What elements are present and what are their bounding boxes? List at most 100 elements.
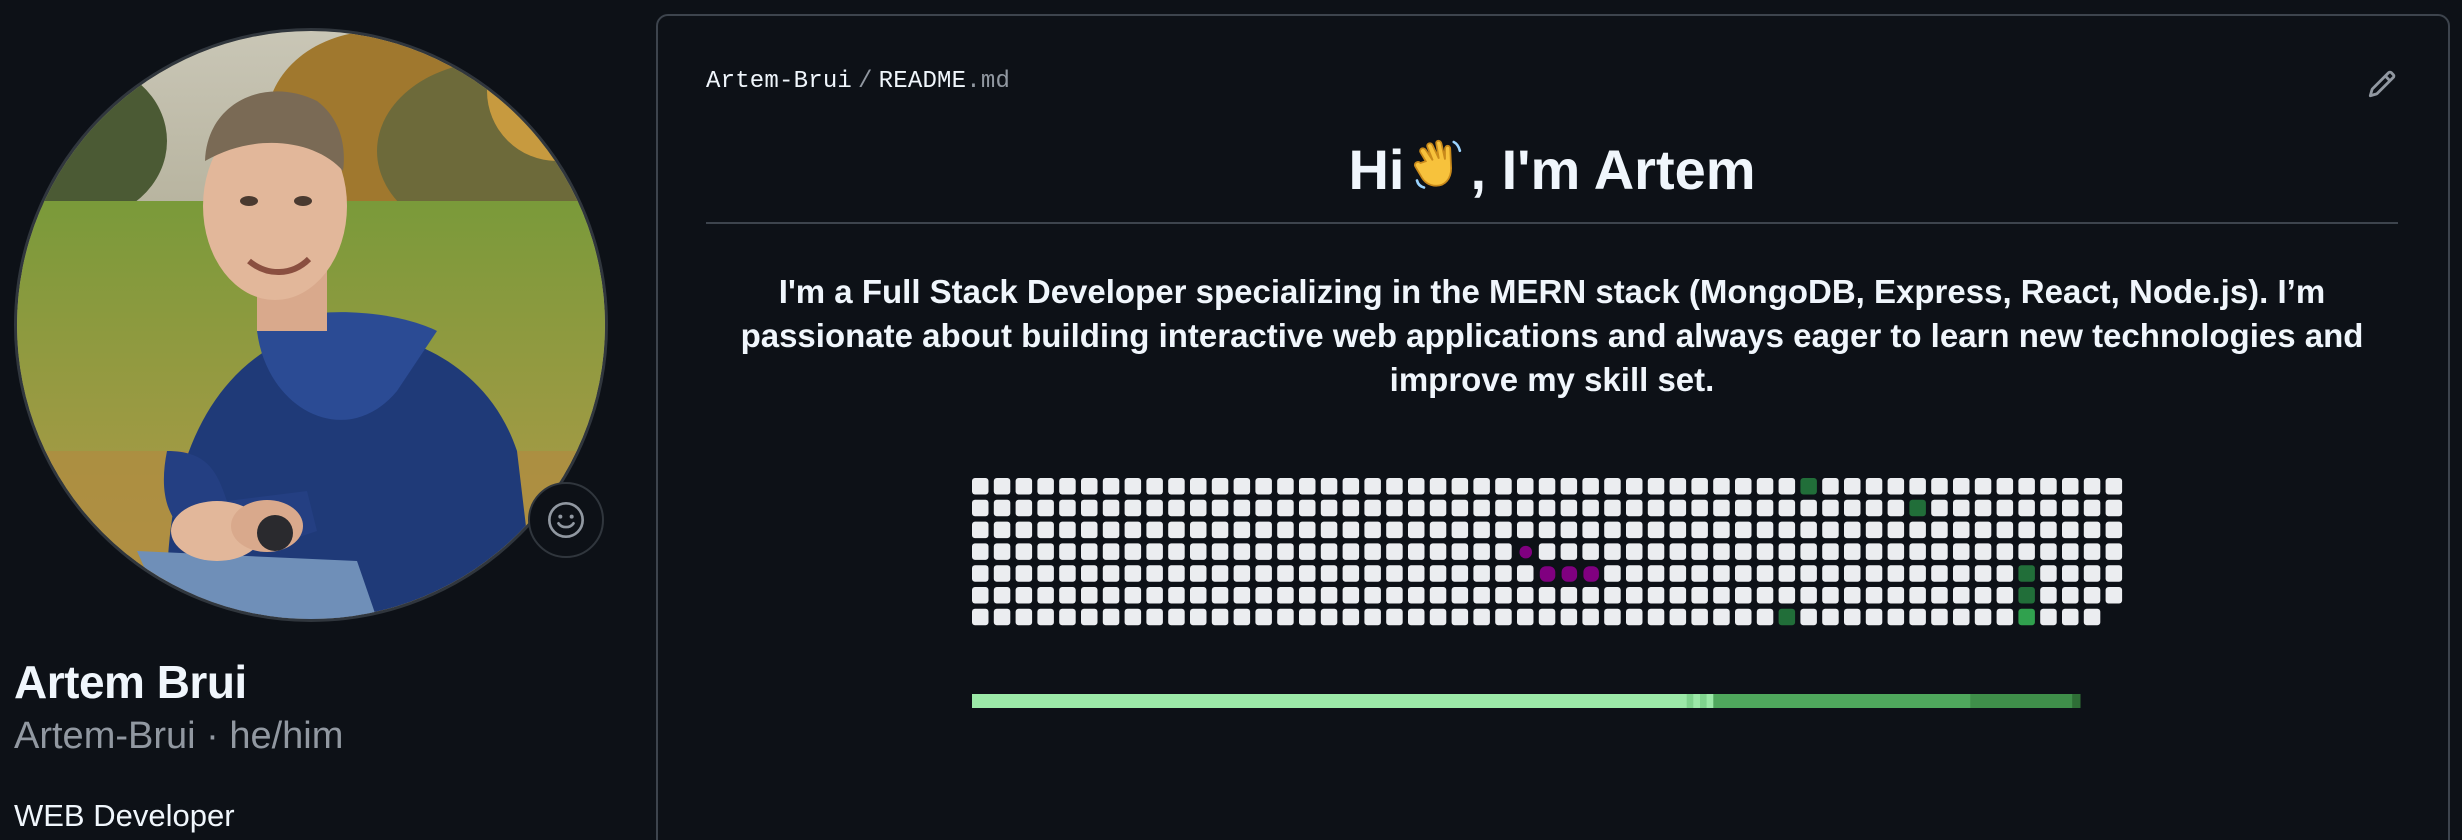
contribution-cell	[1974, 478, 1992, 495]
contribution-cell	[1451, 543, 1469, 560]
contribution-cell	[1473, 478, 1490, 495]
profile-names: Artem Brui Artem-Brui · he/him WEB Devel…	[14, 654, 343, 836]
contribution-cell	[1931, 521, 1948, 539]
progress-segment	[1686, 694, 1694, 708]
contribution-cell	[1647, 499, 1665, 517]
contribution-cell	[1626, 499, 1643, 517]
contribution-cell	[1015, 608, 1033, 626]
contribution-cell	[1953, 587, 1970, 604]
contribution-cell	[2083, 587, 2101, 604]
contribution-cell	[1560, 499, 1578, 517]
contribution-cell	[1102, 608, 1120, 626]
progress-segment	[1713, 694, 1971, 708]
pencil-icon	[2368, 70, 2396, 98]
contribution-cell	[1887, 478, 1905, 495]
contribution-cell	[1277, 478, 1294, 495]
contribution-cell	[1974, 521, 1992, 539]
contribution-cell	[972, 587, 989, 604]
contribution-cell	[2062, 565, 2079, 582]
contribution-cell	[2040, 478, 2057, 495]
contribution-cell	[1800, 543, 1817, 560]
progress-segment	[1700, 694, 1708, 708]
contribution-cell	[1277, 499, 1294, 517]
contribution-cell	[1909, 543, 1926, 560]
breadcrumb-file-name[interactable]: README	[879, 68, 967, 95]
contribution-cell	[1081, 543, 1098, 560]
contribution-cell	[1342, 565, 1360, 582]
set-status-button[interactable]	[528, 482, 604, 558]
contribution-cell	[1887, 543, 1905, 560]
contribution-cell	[1517, 499, 1534, 517]
contribution-cell	[1604, 543, 1621, 560]
contribution-cell	[1756, 565, 1774, 582]
edit-readme-button[interactable]	[2362, 64, 2402, 104]
contribution-cell	[1560, 543, 1578, 560]
contribution-cell	[1996, 521, 2014, 539]
contribution-cell	[1647, 608, 1665, 626]
contribution-cell	[1800, 521, 1817, 539]
contribution-cell	[1604, 608, 1621, 626]
contribution-cell	[1626, 608, 1643, 626]
contribution-cell	[1211, 478, 1229, 495]
contribution-cell	[1844, 565, 1861, 582]
contribution-cell	[1168, 499, 1185, 517]
breadcrumb-owner-link[interactable]: Artem-Brui	[706, 68, 852, 95]
contribution-cell	[1495, 521, 1512, 539]
contribution-cell	[1102, 543, 1120, 560]
contribution-cell	[2062, 608, 2079, 626]
contribution-cell	[1735, 587, 1752, 604]
contribution-cell	[2105, 565, 2123, 582]
contribution-cell	[1473, 521, 1490, 539]
contribution-cell	[1626, 543, 1643, 560]
contribution-cell	[1560, 587, 1578, 604]
contribution-cell	[1953, 543, 1970, 560]
contribution-cell	[1146, 478, 1163, 495]
contribution-cell	[1604, 521, 1621, 539]
contribution-cell	[1059, 543, 1076, 560]
contribution-cell	[2040, 499, 2057, 517]
contribution-cell	[1822, 499, 1839, 517]
progress-segment	[1706, 694, 1714, 708]
contribution-cell	[1015, 499, 1033, 517]
contribution-cell	[1909, 587, 1926, 604]
contribution-cell	[1320, 608, 1338, 626]
contribution-cell	[1538, 521, 1556, 539]
contribution-cell	[1386, 499, 1403, 517]
contribution-cell	[1299, 565, 1316, 582]
contribution-cell	[1408, 565, 1425, 582]
contribution-cell	[1146, 608, 1163, 626]
contribution-cell	[1211, 608, 1229, 626]
contribution-cell	[1386, 478, 1403, 495]
contribution-cell-active	[1800, 478, 1817, 495]
avatar-container	[14, 28, 608, 622]
profile-username-pronouns: Artem-Brui · he/him	[14, 715, 344, 757]
contribution-cell-active	[2018, 565, 2035, 582]
contribution-cell	[1037, 565, 1054, 582]
contribution-cell	[2062, 499, 2079, 517]
contribution-cell	[1059, 565, 1076, 582]
contribution-cell	[2040, 521, 2057, 539]
contribution-cell	[1517, 587, 1534, 604]
contribution-cell	[1778, 478, 1796, 495]
github-profile-page: Artem Brui Artem-Brui · he/him WEB Devel…	[0, 0, 2462, 840]
avatar[interactable]	[14, 28, 608, 622]
contribution-cell	[1626, 565, 1643, 582]
contribution-cell	[1909, 478, 1926, 495]
contribution-cell	[993, 543, 1011, 560]
contribution-cell	[1124, 499, 1142, 517]
contribution-cell	[1974, 499, 1992, 517]
contribution-cell	[1495, 543, 1512, 560]
contribution-cell	[1887, 499, 1905, 517]
contribution-cell	[1735, 521, 1752, 539]
contribution-cell	[2040, 565, 2057, 582]
contribution-cell	[1168, 565, 1185, 582]
contribution-cell	[1081, 587, 1098, 604]
contribution-cell	[1495, 587, 1512, 604]
contribution-cell	[1800, 608, 1817, 626]
contribution-cell	[1255, 587, 1272, 604]
contribution-cell	[1408, 587, 1425, 604]
contribution-cell	[1451, 608, 1469, 626]
contribution-cell	[1211, 565, 1229, 582]
contribution-cell	[1778, 587, 1796, 604]
contribution-cell	[1909, 565, 1926, 582]
